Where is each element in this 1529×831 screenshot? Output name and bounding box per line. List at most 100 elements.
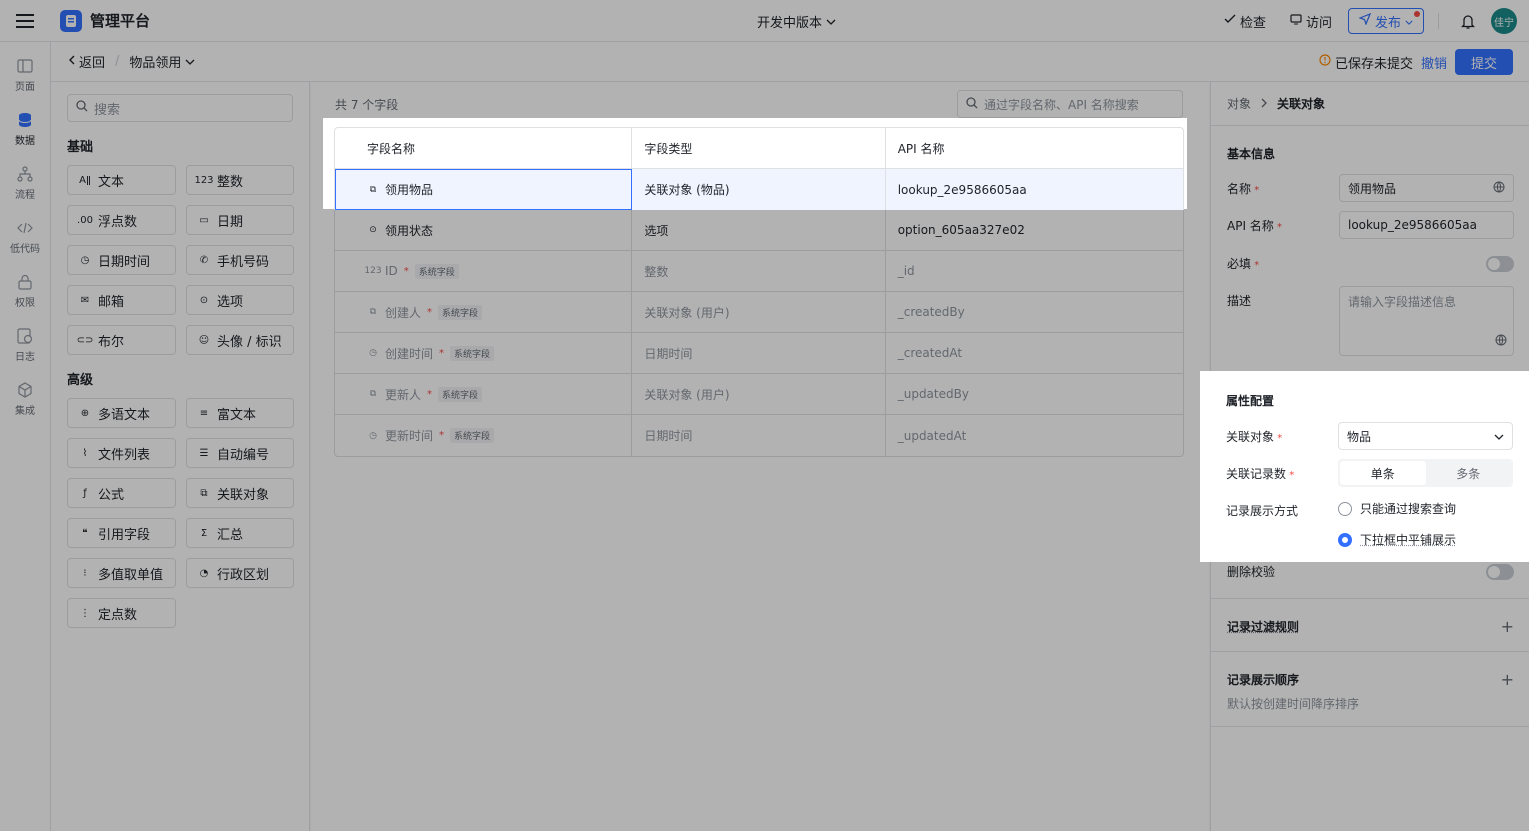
field-type-icon: ▭ — [197, 215, 211, 226]
undo-button[interactable]: 撤销 — [1421, 53, 1447, 72]
field-type-chip[interactable]: ✆ 手机号码 — [186, 245, 294, 275]
visit-icon — [1290, 13, 1302, 29]
field-type-chip[interactable]: ⌇ 文件列表 — [67, 438, 176, 468]
radio-search-only[interactable]: 只能通过搜索查询 — [1338, 500, 1456, 517]
table-row[interactable]: 123 ID * 系统字段 整数 _id — [335, 251, 1183, 292]
filter-rule-title: 记录过滤规则 — [1227, 618, 1299, 635]
check-icon — [1224, 13, 1236, 29]
field-type-chip[interactable]: ▭ 日期 — [186, 205, 294, 235]
field-type-chip[interactable]: ⧉ 关联对象 — [186, 478, 294, 508]
nav-item-flow[interactable]: 流程 — [0, 156, 50, 210]
nav-label: 集成 — [15, 402, 35, 417]
field-type-chip[interactable]: ❝ 引用字段 — [67, 518, 176, 548]
database-icon — [16, 111, 34, 129]
object-selector[interactable]: 物品领用 — [129, 52, 195, 71]
field-type-chip[interactable]: ◔ 行政区划 — [186, 558, 294, 588]
field-type-chip[interactable]: ≡ 富文本 — [186, 398, 294, 428]
field-type-icon: Σ — [197, 528, 211, 539]
page-icon — [16, 57, 34, 75]
bell-icon[interactable] — [1453, 7, 1483, 35]
hamburger-menu-icon[interactable] — [0, 0, 50, 42]
delete-check-toggle[interactable] — [1486, 564, 1514, 580]
field-name: 领用状态 — [385, 222, 433, 239]
nav-label: 权限 — [15, 294, 35, 309]
field-type-chip[interactable]: ⁝ 多值取单值 — [67, 558, 176, 588]
highlight-table-area: 字段名称 字段类型 API 名称 ⧉ 领用物品 关联对象 (物品) lookup… — [323, 118, 1187, 209]
nav-item-lowcode[interactable]: 低代码 — [0, 210, 50, 264]
name-input[interactable]: 领用物品 — [1339, 174, 1514, 202]
nav-item-permission[interactable]: 权限 — [0, 264, 50, 318]
field-type-chip[interactable]: ☺ 头像 / 标识 — [186, 325, 294, 355]
field-type-icon: 123 — [367, 265, 379, 277]
nav-item-data[interactable]: 数据 — [0, 102, 50, 156]
description-textarea[interactable]: 请输入字段描述信息 — [1339, 286, 1514, 356]
palette-search-input[interactable]: 搜索 — [67, 94, 293, 122]
table-row[interactable]: ⊙ 领用状态 选项 option_605aa327e02 — [335, 210, 1183, 251]
field-type-chip[interactable]: Aǁ 文本 — [67, 165, 176, 195]
notification-dot — [1414, 11, 1420, 17]
flow-icon — [16, 165, 34, 183]
field-type-chip[interactable]: ⋮ 定点数 — [67, 598, 176, 628]
field-type-icon: ☰ — [197, 448, 211, 459]
field-type-icon: ✆ — [197, 255, 211, 266]
visit-button[interactable]: 访问 — [1282, 7, 1340, 35]
check-button[interactable]: 检查 — [1216, 7, 1274, 35]
globe-icon[interactable] — [1495, 334, 1507, 349]
globe-icon[interactable] — [1493, 181, 1505, 196]
field-type-chip[interactable]: .00 浮点数 — [67, 205, 176, 235]
lookup-object-select[interactable]: 物品 — [1338, 422, 1513, 450]
radio-dropdown-tile[interactable]: 下拉框中平铺展示 — [1338, 531, 1456, 548]
field-search-input[interactable]: 通过字段名称、API 名称搜索 — [957, 90, 1183, 118]
back-button[interactable]: 返回 — [69, 52, 105, 71]
field-type-chip[interactable]: ⊂⊃ 布尔 — [67, 325, 176, 355]
field-type-label: 选项 — [217, 291, 243, 310]
sub-header: 返回 / 物品领用 已保存未提交 撤销 提交 — [51, 42, 1529, 82]
field-type-chip[interactable]: 123 整数 — [186, 165, 294, 195]
field-type-chip[interactable]: ⊙ 选项 — [186, 285, 294, 315]
field-name-cell: ◷ 创建时间 * 系统字段 — [335, 333, 632, 373]
field-type-label: 多值取单值 — [98, 564, 163, 583]
nav-item-log[interactable]: 日志 — [0, 318, 50, 372]
field-type-chip[interactable]: ☰ 自动编号 — [186, 438, 294, 468]
nav-label: 日志 — [15, 348, 35, 363]
field-type-label: 自动编号 — [217, 444, 269, 463]
nav-item-pages[interactable]: 页面 — [0, 48, 50, 102]
field-type-chip[interactable]: Σ 汇总 — [186, 518, 294, 548]
system-field-badge: 系统字段 — [438, 305, 482, 320]
api-name-cell: lookup_2e9586605aa — [886, 169, 1183, 210]
table-row[interactable]: ◷ 创建时间 * 系统字段 日期时间 _createdAt — [335, 333, 1183, 374]
object-name: 物品领用 — [129, 52, 181, 71]
env-selector[interactable]: 开发中版本 — [757, 12, 836, 31]
field-type-chip[interactable]: ◷ 日期时间 — [67, 245, 176, 275]
chevron-right-icon — [1261, 97, 1267, 111]
required-toggle[interactable] — [1486, 256, 1514, 272]
submit-button[interactable]: 提交 — [1455, 49, 1513, 75]
user-avatar[interactable]: 佳宁 — [1491, 8, 1517, 34]
field-name: 更新人 — [385, 386, 421, 403]
field-type-label: 文件列表 — [98, 444, 150, 463]
api-name-cell: _updatedAt — [886, 415, 1183, 456]
add-filter-icon[interactable]: + — [1501, 617, 1514, 636]
breadcrumb-object[interactable]: 对象 — [1227, 95, 1251, 112]
add-order-icon[interactable]: + — [1501, 670, 1514, 689]
field-type-chip[interactable]: ƒ 公式 — [67, 478, 176, 508]
api-name-input[interactable]: lookup_2e9586605aa — [1339, 211, 1514, 239]
field-type-cell: 选项 — [632, 210, 885, 250]
description-placeholder: 请输入字段描述信息 — [1348, 295, 1456, 309]
table-row[interactable]: ⧉ 更新人 * 系统字段 关联对象 (用户) _updatedBy — [335, 374, 1183, 415]
multi-option[interactable]: 多条 — [1426, 461, 1512, 485]
nav-item-integration[interactable]: 集成 — [0, 372, 50, 426]
field-type-label: 浮点数 — [98, 211, 137, 230]
field-name-cell: ◷ 更新时间 * 系统字段 — [335, 415, 632, 456]
field-name: 创建时间 — [385, 345, 433, 362]
publish-button[interactable]: 发布 — [1348, 8, 1424, 34]
field-type-icon: Aǁ — [78, 175, 92, 186]
field-type-chip[interactable]: ⊕ 多语文本 — [67, 398, 176, 428]
single-option[interactable]: 单条 — [1340, 461, 1426, 485]
field-type-chip[interactable]: ✉ 邮箱 — [67, 285, 176, 315]
table-row[interactable]: ◷ 更新时间 * 系统字段 日期时间 _updatedAt — [335, 415, 1183, 456]
table-row[interactable]: ⧉ 创建人 * 系统字段 关联对象 (用户) _createdBy — [335, 292, 1183, 333]
field-name-cell: 123 ID * 系统字段 — [335, 251, 632, 291]
table-row-selected[interactable]: ⧉ 领用物品 关联对象 (物品) lookup_2e9586605aa — [335, 169, 1183, 210]
radio-icon — [1338, 502, 1352, 516]
